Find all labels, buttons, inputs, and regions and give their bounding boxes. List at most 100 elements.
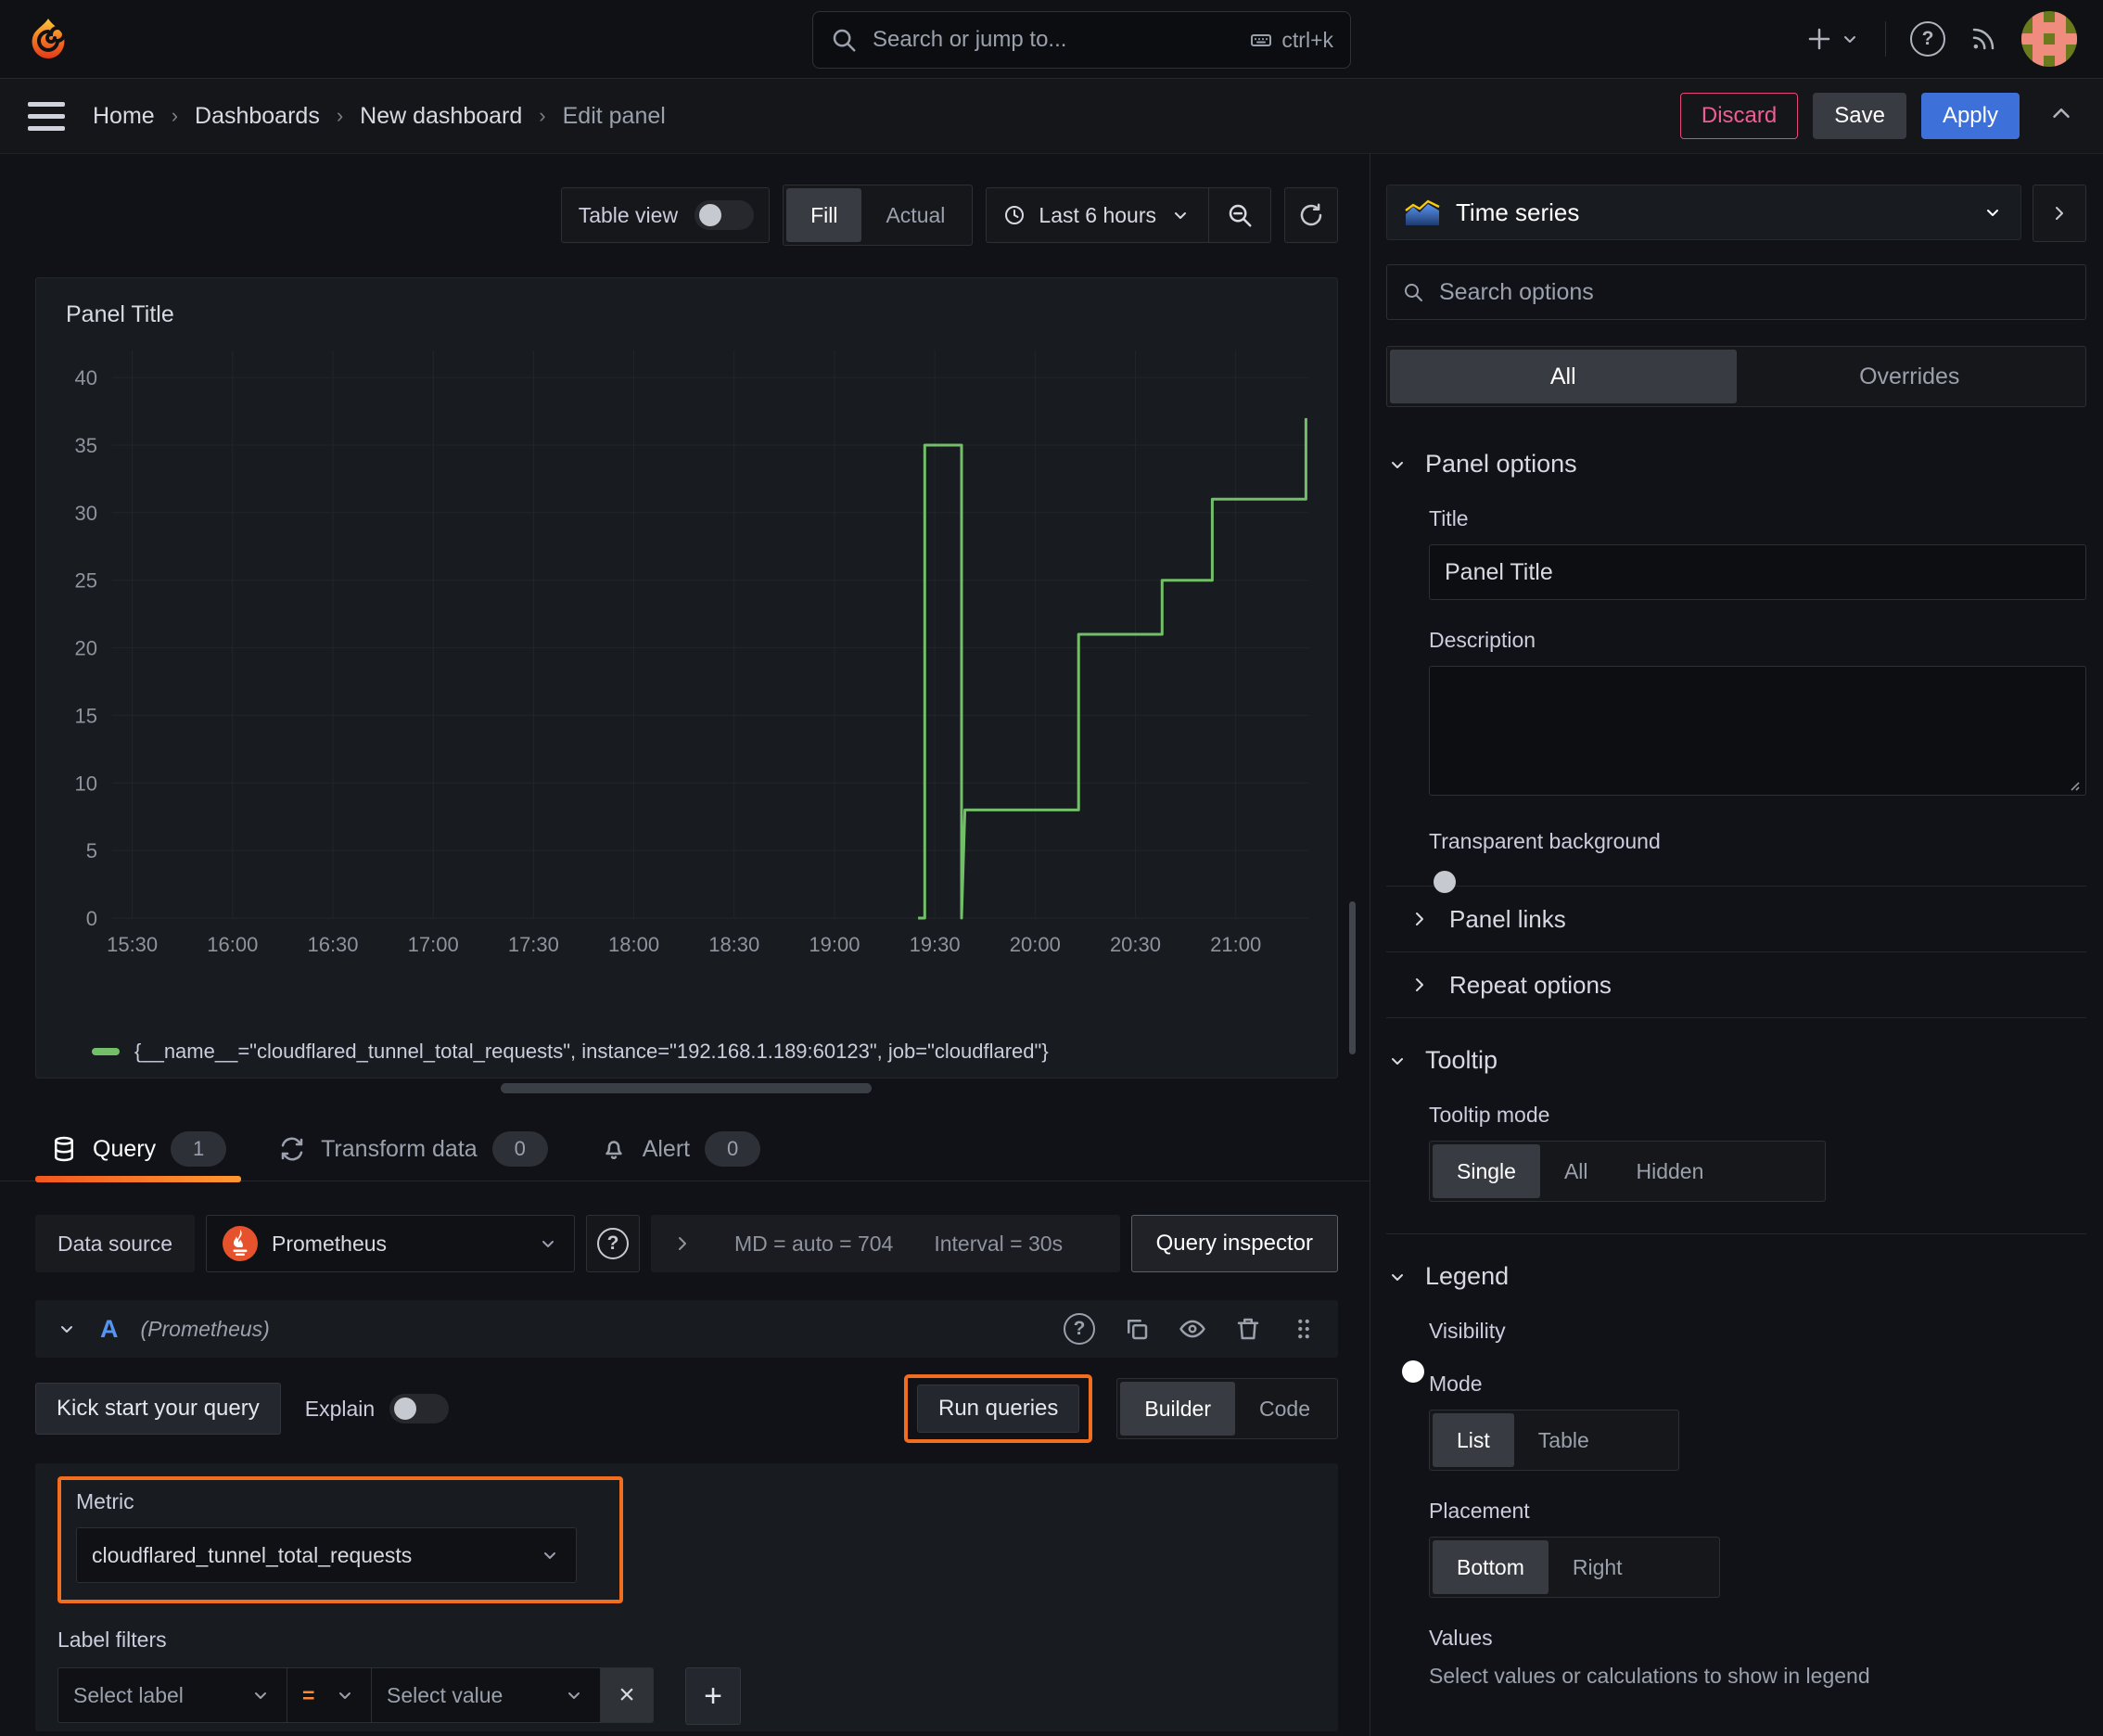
run-queries-highlight: Run queries (903, 1374, 1093, 1443)
overrides-tab[interactable]: Overrides (1737, 350, 2084, 403)
visualization-picker[interactable]: Time series (1386, 185, 2021, 240)
search-icon (833, 29, 856, 52)
tooltip-single-option[interactable]: Single (1433, 1144, 1540, 1198)
global-search-input[interactable] (871, 26, 1238, 54)
table-view-group: Table view (560, 187, 771, 243)
chevron-right-icon[interactable] (671, 1232, 694, 1255)
tab-alert[interactable]: Alert 0 (585, 1117, 775, 1181)
discard-button[interactable]: Discard (1679, 93, 1799, 139)
open-viz-suggestions-button[interactable] (2033, 185, 2086, 242)
new-menu-button[interactable] (1805, 25, 1861, 53)
chevron-down-icon (542, 1241, 554, 1247)
query-stats: MD = auto = 704 Interval = 30s (651, 1215, 1120, 1272)
chart-legend: {__name__="cloudflared_tunnel_total_requ… (53, 1026, 1320, 1078)
grafana-logo[interactable] (26, 17, 70, 61)
search-shortcut: ctrl+k (1250, 28, 1333, 53)
remove-filter-button[interactable]: × (600, 1667, 654, 1723)
panel-links-row[interactable]: Panel links (1386, 887, 2086, 951)
panel-actions: Discard Save Apply (1679, 93, 2075, 139)
transform-icon (281, 1137, 303, 1161)
resize-corner-icon[interactable] (2066, 777, 2081, 792)
actual-option[interactable]: Actual (861, 188, 969, 242)
breadcrumb-dashboards[interactable]: Dashboards (195, 103, 320, 130)
tab-query[interactable]: Query 1 (35, 1117, 242, 1182)
placement-right-option[interactable]: Right (1549, 1540, 1647, 1594)
builder-option[interactable]: Builder (1120, 1382, 1236, 1436)
news-rss-icon[interactable] (1969, 25, 1997, 53)
series-label[interactable]: {__name__="cloudflared_tunnel_total_requ… (134, 1040, 1049, 1064)
datasource-picker[interactable]: Prometheus (206, 1215, 576, 1272)
svg-text:20:30: 20:30 (1110, 933, 1161, 956)
legend-mode-segment: List Table (1429, 1410, 1679, 1471)
query-ref-id: A (100, 1314, 119, 1343)
chevron-right-icon (1416, 913, 1423, 925)
trash-icon[interactable] (1234, 1315, 1262, 1343)
operator-dropdown[interactable]: = (287, 1667, 371, 1723)
legend-list-option[interactable]: List (1433, 1413, 1514, 1467)
run-queries-button[interactable]: Run queries (916, 1385, 1080, 1433)
duplicate-icon[interactable] (1123, 1315, 1151, 1343)
chevron-down-icon (1392, 1273, 1403, 1281)
global-search[interactable]: ctrl+k (812, 11, 1351, 69)
tooltip-section-header[interactable]: Tooltip (1386, 1046, 2086, 1075)
panel-title-input[interactable] (1429, 544, 2086, 600)
table-view-toggle[interactable] (695, 200, 755, 230)
user-avatar[interactable] (2021, 11, 2077, 67)
legend-values-label: Values (1429, 1626, 1493, 1650)
breadcrumb-separator: › (171, 104, 179, 127)
breadcrumb-new-dashboard[interactable]: New dashboard (360, 103, 522, 130)
query-help-icon[interactable]: ? (1064, 1313, 1095, 1345)
scrollbar-thumb[interactable] (1349, 901, 1356, 1054)
legend-section-header[interactable]: Legend (1386, 1262, 2086, 1291)
tooltip-mode-segment: Single All Hidden (1429, 1141, 1826, 1202)
collapse-options-button[interactable] (2047, 99, 2075, 133)
time-controls: Last 6 hours (986, 187, 1271, 243)
zoom-out-button[interactable] (1208, 188, 1270, 242)
drag-handle-icon[interactable] (1290, 1315, 1318, 1343)
search-options-input[interactable] (1437, 277, 2071, 307)
search-options[interactable] (1386, 264, 2086, 320)
visibility-label: Visibility (1429, 1319, 1506, 1343)
panel-resize-handle[interactable] (501, 1083, 872, 1093)
query-row-header[interactable]: A (Prometheus) ? (35, 1300, 1338, 1358)
code-option[interactable]: Code (1235, 1382, 1334, 1436)
select-label-dropdown[interactable]: Select label (57, 1667, 287, 1723)
help-button[interactable]: ? (1910, 21, 1945, 57)
description-textarea[interactable] (1429, 666, 2086, 796)
menu-toggle-icon[interactable] (28, 101, 65, 131)
add-filter-button[interactable]: + (685, 1667, 741, 1725)
placement-bottom-option[interactable]: Bottom (1433, 1540, 1549, 1594)
tooltip-all-option[interactable]: All (1540, 1144, 1612, 1198)
tab-transform-data[interactable]: Transform data 0 (263, 1117, 563, 1181)
tooltip-hidden-option[interactable]: Hidden (1612, 1144, 1728, 1198)
kickstart-button[interactable]: Kick start your query (35, 1383, 281, 1435)
time-range-picker[interactable]: Last 6 hours (987, 188, 1208, 242)
select-value-dropdown[interactable]: Select value (371, 1667, 600, 1723)
refresh-button[interactable] (1284, 187, 1338, 243)
all-tab[interactable]: All (1390, 350, 1737, 403)
explain-toggle[interactable] (389, 1394, 450, 1423)
chevron-up-icon (2053, 108, 2070, 118)
legend-table-option[interactable]: Table (1514, 1413, 1613, 1467)
panel-options-header[interactable]: Panel options (1386, 450, 2086, 479)
save-button[interactable]: Save (1813, 93, 1906, 139)
transform-count-badge: 0 (491, 1131, 548, 1167)
title-label: Title (1429, 506, 1469, 530)
eye-icon[interactable] (1179, 1315, 1206, 1343)
metric-select[interactable]: cloudflared_tunnel_total_requests (76, 1527, 577, 1583)
panel-title[interactable]: Panel Title (53, 291, 1320, 338)
apply-button[interactable]: Apply (1920, 93, 2020, 139)
datasource-help-button[interactable]: ? (586, 1215, 641, 1272)
time-series-chart[interactable]: 0 5 10 15 20 25 30 35 40 15:30 16:00 16:30 17:00 17:3… (53, 338, 1320, 1026)
panel-view-toolbar: Table view Fill Actual Last 6 hours (0, 154, 1370, 246)
top-actions: ? (1805, 11, 2077, 67)
chevron-right-icon (2056, 207, 2063, 220)
svg-text:18:30: 18:30 (708, 933, 759, 956)
interval: Interval = 30s (934, 1231, 1064, 1256)
breadcrumb-home[interactable]: Home (93, 103, 155, 130)
fill-option[interactable]: Fill (786, 188, 862, 242)
query-inspector-button[interactable]: Query inspector (1130, 1215, 1338, 1272)
svg-text:15: 15 (75, 704, 97, 727)
legend-values-help: Select values or calculations to show in… (1429, 1664, 1870, 1688)
repeat-options-row[interactable]: Repeat options (1386, 952, 2086, 1017)
